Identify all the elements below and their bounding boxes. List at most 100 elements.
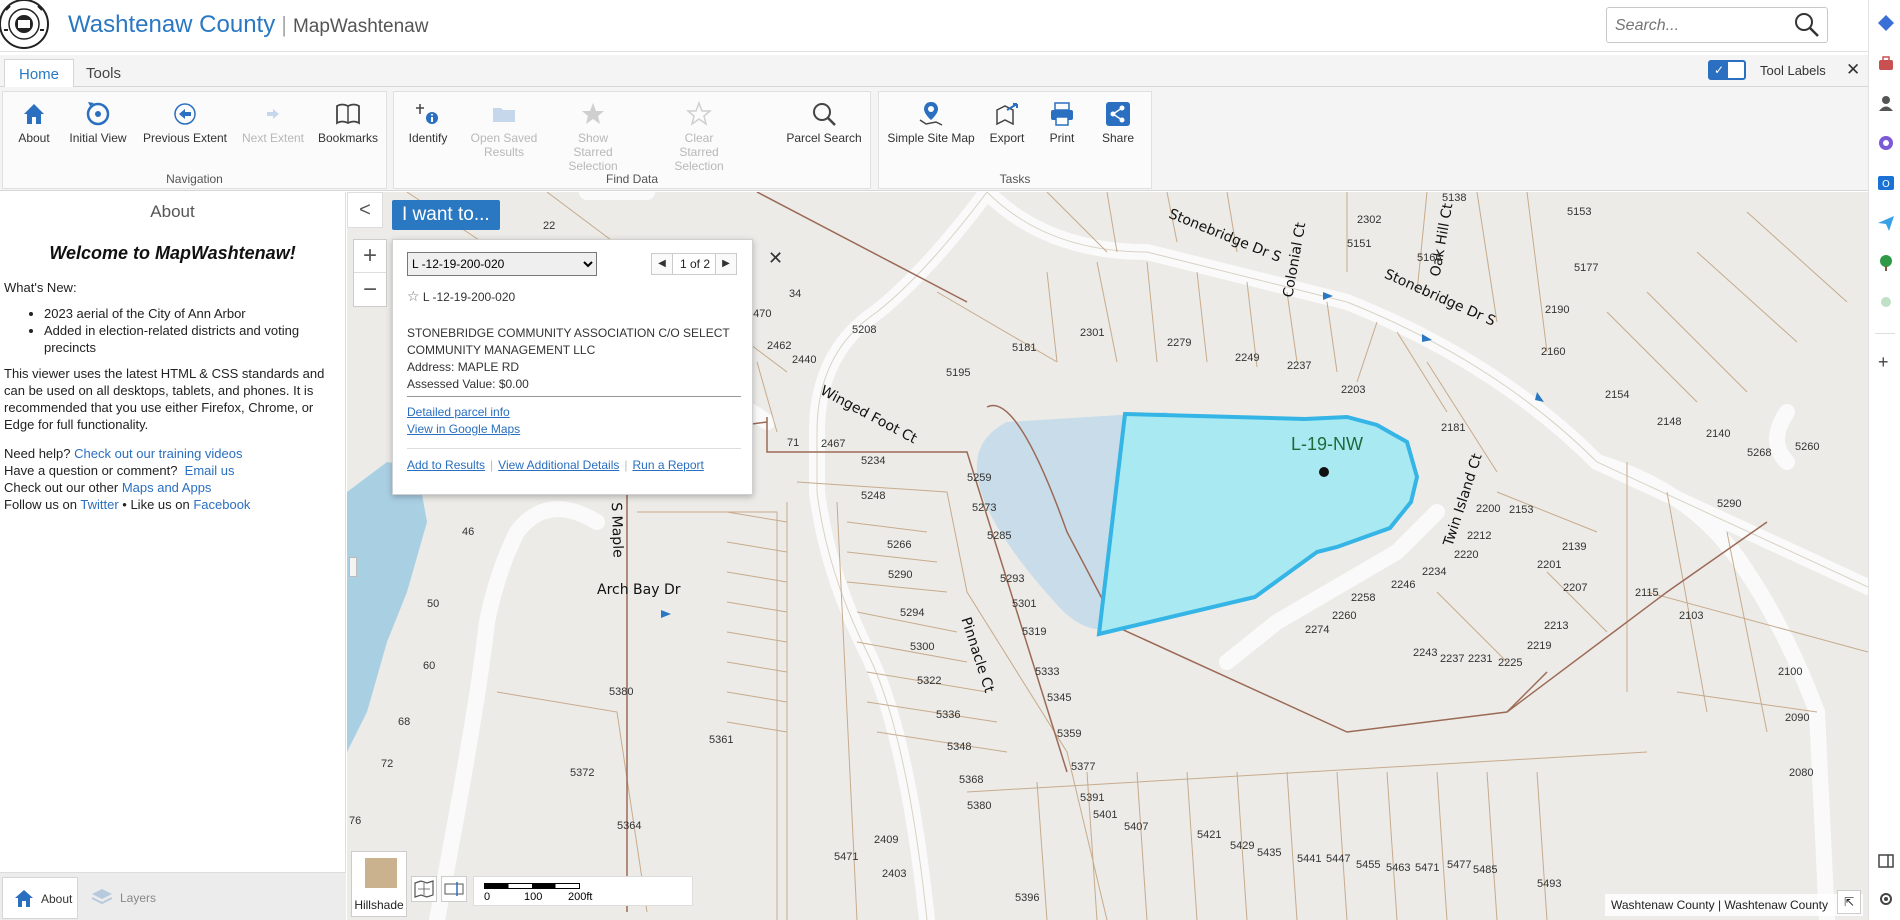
parcel-number: 5364 — [617, 820, 642, 832]
leaf-icon[interactable] — [1877, 294, 1895, 312]
parcel-number: 68 — [398, 716, 411, 728]
parcel-number: 5290 — [888, 569, 913, 581]
previous-extent-button[interactable]: Previous Extent — [141, 100, 229, 145]
popup-links: Detailed parcel info View in Google Maps — [407, 404, 520, 438]
gear-icon[interactable] — [1877, 890, 1895, 908]
simple-site-map-button[interactable]: Simple Site Map — [887, 100, 975, 145]
footer-tab-layers[interactable]: Layers — [84, 877, 164, 919]
expand-icon[interactable]: ⇱ — [1837, 890, 1861, 914]
export-button[interactable]: Export — [983, 100, 1031, 145]
app-name: MapWashtenaw — [292, 16, 429, 37]
brand-title[interactable]: Washtenaw County | MapWashtenaw — [68, 11, 428, 39]
parcel-number: 5485 — [1473, 864, 1498, 876]
initial-view-button[interactable]: Initial View — [65, 100, 131, 145]
parcel-number: 2467 — [821, 438, 846, 450]
share-button[interactable]: Share — [1093, 100, 1143, 145]
parcel-number: 5138 — [1442, 192, 1467, 204]
email-link[interactable]: Email us — [185, 463, 235, 478]
parcel-number: 5368 — [959, 774, 984, 786]
show-starred-selection-label: Show Starred Selection — [568, 131, 618, 173]
tool-labels-label: Tool Labels — [1760, 63, 1826, 78]
parcel-number: 2213 — [1544, 620, 1569, 632]
add-to-results-link[interactable]: Add to Results — [407, 458, 485, 472]
tool-labels-toggle[interactable]: ✓ — [1708, 60, 1746, 80]
parcel-number: 2140 — [1706, 428, 1731, 440]
about-panel: About Welcome to MapWashtenaw! What's Ne… — [0, 192, 346, 920]
diamond-icon[interactable] — [1877, 14, 1895, 32]
i-want-to-button[interactable]: I want to... — [392, 200, 500, 230]
parcel-number: 2220 — [1454, 549, 1479, 561]
scale-input-button[interactable] — [441, 876, 467, 902]
bookmarks-button[interactable]: Bookmarks — [315, 100, 381, 145]
question-line: Have a question or comment? Email us — [4, 462, 340, 479]
google-maps-link[interactable]: View in Google Maps — [407, 422, 520, 436]
ribbon-tabbar: Home Tools ✓ Tool Labels ✕ — [0, 55, 1868, 88]
zoom-in-button[interactable]: + — [354, 240, 386, 273]
maps-and-apps-link[interactable]: Maps and Apps — [122, 480, 212, 495]
parcel-number: 2231 — [1468, 653, 1493, 665]
tab-home[interactable]: Home — [4, 59, 75, 88]
twitter-link[interactable]: Twitter — [80, 497, 118, 512]
parcel-search-button[interactable]: Parcel Search — [786, 100, 862, 145]
parcel-number: 5195 — [946, 367, 971, 379]
footer-tab-about[interactable]: About — [2, 877, 78, 919]
panel-resize-handle[interactable] — [349, 557, 357, 577]
parcel-number: 5181 — [1012, 342, 1037, 354]
clear-starred-selection-button[interactable]: Clear Starred Selection — [656, 100, 742, 173]
parcel-number: 50 — [427, 598, 440, 610]
county-seal-logo — [0, 0, 49, 49]
search-input[interactable] — [1615, 14, 1785, 38]
parcel-number: 5377 — [1071, 761, 1096, 773]
map-view[interactable]: Stonebridge Dr S Stonebridge Dr S Coloni… — [347, 192, 1868, 920]
zoom-out-button[interactable]: − — [354, 274, 386, 307]
parcel-select[interactable]: L -12-19-200-020 — [407, 252, 597, 276]
run-report-link[interactable]: Run a Report — [632, 458, 703, 472]
outlook-icon[interactable]: O — [1877, 174, 1895, 192]
parcel-number: 60 — [423, 660, 436, 672]
show-starred-selection-button[interactable]: Show Starred Selection — [550, 100, 636, 173]
training-videos-link[interactable]: Check out our training videos — [74, 446, 242, 461]
about-button[interactable]: About — [11, 100, 57, 145]
parcel-number: 5407 — [1124, 821, 1149, 833]
next-extent-button[interactable]: Next Extent — [239, 100, 307, 145]
sidebar-toggle-icon[interactable] — [1877, 852, 1895, 870]
copilot-icon[interactable] — [1877, 134, 1895, 152]
search-icon — [1795, 12, 1819, 37]
person-icon[interactable] — [1877, 94, 1895, 112]
open-saved-results-button[interactable]: Open Saved Results — [466, 100, 542, 159]
parcel-number: 5429 — [1230, 840, 1255, 852]
send-icon[interactable] — [1877, 214, 1895, 232]
tab-tools[interactable]: Tools — [72, 59, 135, 88]
parcel-number: 5471 — [834, 851, 859, 863]
parcel-number: 5372 — [570, 767, 595, 779]
identify-button[interactable]: Identify — [402, 100, 454, 145]
scale-bar-graphic — [484, 883, 580, 889]
search-button[interactable] — [1791, 10, 1823, 42]
detailed-parcel-info-link[interactable]: Detailed parcel info — [407, 405, 510, 419]
tree-icon[interactable] — [1877, 254, 1895, 272]
facebook-link[interactable]: Facebook — [193, 497, 250, 512]
print-button[interactable]: Print — [1039, 100, 1085, 145]
overview-map-button[interactable] — [411, 876, 437, 902]
panel-footer: About Layers — [0, 872, 346, 920]
popup-prev-button[interactable]: ◀ — [651, 253, 673, 275]
add-icon[interactable]: + — [1878, 352, 1889, 373]
parcel-number: 2103 — [1679, 610, 1704, 622]
parcel-number: 5260 — [1795, 441, 1820, 453]
group-tasks: Simple Site Map Export Print Share Tasks — [878, 91, 1152, 189]
parcel-number: 5463 — [1386, 862, 1411, 874]
collapse-panel-button[interactable]: < — [347, 192, 383, 228]
ribbon-close-button[interactable]: ✕ — [1846, 60, 1860, 80]
star-icon[interactable]: ☆ — [407, 288, 420, 304]
popup-parcel-id: L -12-19-200-020 — [422, 290, 516, 304]
briefcase-icon[interactable] — [1877, 54, 1895, 72]
scale-icon — [444, 882, 464, 896]
county-name: Washtenaw County — [68, 11, 276, 38]
popup-next-button[interactable]: ▶ — [715, 253, 737, 275]
basemap-switcher-button[interactable]: Hillshade — [351, 851, 407, 917]
view-additional-details-link[interactable]: View Additional Details — [498, 458, 619, 472]
parcel-number: 5447 — [1326, 853, 1351, 865]
initial-view-icon — [86, 102, 110, 126]
export-icon — [996, 103, 1018, 126]
popup-close-button[interactable]: ✕ — [768, 248, 783, 269]
